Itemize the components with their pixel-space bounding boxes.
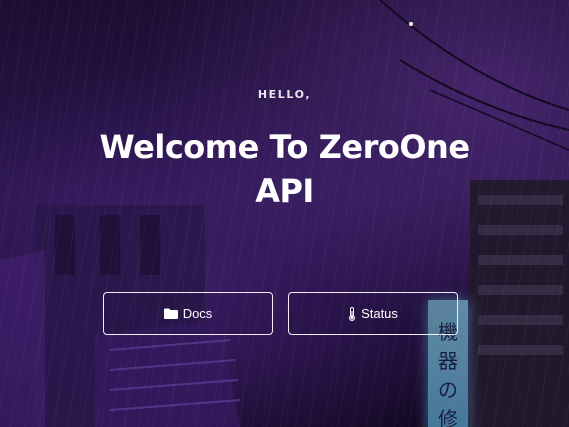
status-button[interactable]: Status	[288, 292, 458, 335]
status-button-label: Status	[361, 306, 398, 321]
greeting-text: HELLO,	[257, 88, 312, 101]
title-line-1: Welcome To ZeroOne	[99, 128, 470, 166]
hero-section: 機器の修 HELLO, Welcome To ZeroOne API Docs	[0, 0, 569, 427]
title-line-2: API	[255, 172, 314, 210]
folder-icon	[163, 308, 178, 319]
page-title: Welcome To ZeroOne API	[40, 125, 529, 213]
sparkle-dot	[409, 22, 413, 26]
thermometer-icon	[348, 306, 356, 321]
docs-button[interactable]: Docs	[103, 292, 273, 335]
docs-button-label: Docs	[182, 306, 213, 321]
dark-overlay	[0, 0, 569, 427]
